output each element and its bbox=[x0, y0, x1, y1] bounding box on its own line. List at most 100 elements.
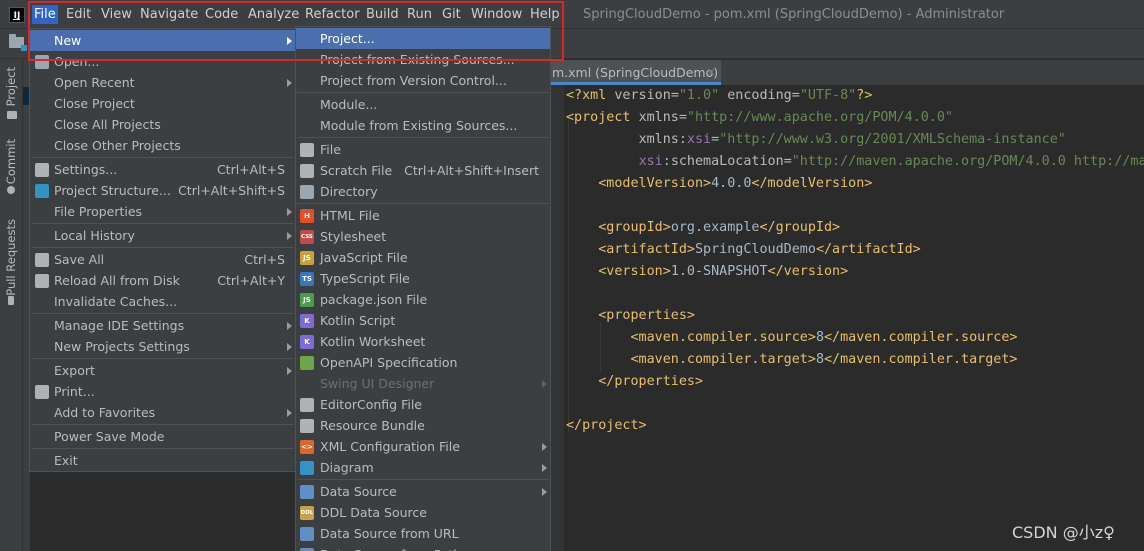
file-menu-item-exit[interactable]: Exit bbox=[30, 450, 295, 471]
openapi-icon bbox=[300, 356, 314, 370]
code-token: <?xml bbox=[566, 88, 615, 103]
menu-item-label: Kotlin Script bbox=[320, 313, 396, 328]
project-folder-icon[interactable] bbox=[9, 34, 27, 51]
project-tool-tab[interactable]: Project bbox=[3, 67, 20, 106]
code-token: <maven.compiler.source> bbox=[630, 330, 816, 345]
new-menu-item-data-source-from-url[interactable]: Data Source from URL bbox=[296, 523, 550, 544]
file-menu: New Open... Open Recent Close Project Close … bbox=[29, 28, 296, 472]
file-menu-item-new-projects-settings[interactable]: New Projects Settings bbox=[30, 336, 295, 357]
submenu-arrow-icon bbox=[287, 343, 292, 351]
highlight-annotation-box bbox=[28, 1, 564, 61]
code-token: </version> bbox=[767, 264, 849, 279]
new-menu-item-project-from-version-control[interactable]: Project from Version Control... bbox=[296, 70, 550, 91]
editor-tab-pom[interactable]: m.xml (SpringCloudDemo) bbox=[551, 60, 721, 85]
editor-tab-label: m.xml (SpringCloudDemo) bbox=[552, 65, 719, 80]
file-menu-item-export[interactable]: Export bbox=[30, 360, 295, 381]
file-menu-item-close-all-projects[interactable]: Close All Projects bbox=[30, 114, 295, 135]
code-token: <project bbox=[566, 110, 639, 125]
code-line: </project> bbox=[566, 415, 647, 437]
code-line: <project xmlns="http://www.apache.org/PO… bbox=[566, 107, 953, 129]
nodejs-icon: JS bbox=[300, 293, 314, 307]
new-menu-item-data-source[interactable]: Data Source bbox=[296, 481, 550, 502]
resource-bundle-icon bbox=[300, 419, 314, 433]
code-token: "http://www.apache.org/POM/4.0.0" bbox=[686, 110, 953, 125]
file-menu-item-project-structure[interactable]: Project Structure... Ctrl+Alt+Shift+S bbox=[30, 180, 295, 201]
code-token: : bbox=[678, 132, 687, 147]
kotlin-worksheet-icon: K bbox=[300, 335, 314, 349]
file-menu-item-manage-ide-settings[interactable]: Manage IDE Settings bbox=[30, 315, 295, 336]
menu-item-label: HTML File bbox=[320, 208, 380, 223]
menu-item-label: File Properties bbox=[54, 204, 143, 219]
submenu-arrow-icon bbox=[542, 464, 547, 472]
new-menu-item-ddl-data-source[interactable]: DDL DDL Data Source bbox=[296, 502, 550, 523]
new-menu-item-html-file[interactable]: H HTML File bbox=[296, 205, 550, 226]
save-icon bbox=[35, 253, 49, 267]
menu-item-label: Swing UI Designer bbox=[320, 376, 435, 391]
new-menu-item-module[interactable]: Module... bbox=[296, 94, 550, 115]
menu-item-label: Close Project bbox=[54, 96, 135, 111]
menu-item-label: Resource Bundle bbox=[320, 418, 425, 433]
code-line: <properties> bbox=[566, 305, 695, 327]
file-menu-item-invalidate-caches[interactable]: Invalidate Caches... bbox=[30, 291, 295, 312]
new-menu-item-kotlin-worksheet[interactable]: K Kotlin Worksheet bbox=[296, 331, 550, 352]
menu-item-label: Kotlin Worksheet bbox=[320, 334, 426, 349]
file-menu-item-power-save-mode[interactable]: Power Save Mode bbox=[30, 426, 295, 447]
menu-item-label: DDL Data Source bbox=[320, 505, 427, 520]
file-menu-item-open-recent[interactable]: Open Recent bbox=[30, 72, 295, 93]
menu-item-label: Directory bbox=[320, 184, 378, 199]
menu-separator bbox=[297, 137, 549, 138]
data-source-url-icon bbox=[300, 527, 314, 541]
close-tab-icon[interactable]: × bbox=[706, 65, 716, 79]
file-menu-item-reload-all-from-disk[interactable]: Reload All from Disk Ctrl+Alt+Y bbox=[30, 270, 295, 291]
code-token: <version> bbox=[598, 264, 671, 279]
new-menu-item-data-source-from-path[interactable]: Data Source from Path bbox=[296, 544, 550, 551]
file-menu-item-close-other-projects[interactable]: Close Other Projects bbox=[30, 135, 295, 156]
code-token: "http://www.w3.org/2001/XMLSchema-instan… bbox=[719, 132, 1066, 147]
new-menu-item-javascript-file[interactable]: JS JavaScript File bbox=[296, 247, 550, 268]
file-menu-item-save-all[interactable]: Save All Ctrl+S bbox=[30, 249, 295, 270]
file-menu-item-settings[interactable]: Settings... Ctrl+Alt+S bbox=[30, 159, 295, 180]
code-line: </properties> bbox=[566, 371, 703, 393]
new-menu-item-package-json-file[interactable]: JS package.json File bbox=[296, 289, 550, 310]
new-menu-item-xml-configuration-file[interactable]: <> XML Configuration File bbox=[296, 436, 550, 457]
new-menu-item-kotlin-script[interactable]: K Kotlin Script bbox=[296, 310, 550, 331]
new-menu-item-directory[interactable]: Directory bbox=[296, 181, 550, 202]
new-menu-item-openapi-specification[interactable]: OpenAPI Specification bbox=[296, 352, 550, 373]
new-menu-item-stylesheet[interactable]: CSS Stylesheet bbox=[296, 226, 550, 247]
code-token: encoding bbox=[727, 88, 792, 103]
new-menu-item-resource-bundle[interactable]: Resource Bundle bbox=[296, 415, 550, 436]
code-token: </artifactId> bbox=[815, 242, 921, 257]
code-token: xmlns bbox=[638, 132, 679, 147]
file-menu-item-close-project[interactable]: Close Project bbox=[30, 93, 295, 114]
ddl-icon: DDL bbox=[300, 506, 314, 520]
new-menu-item-module-from-existing-sources[interactable]: Module from Existing Sources... bbox=[296, 115, 550, 136]
file-menu-item-print[interactable]: Print... bbox=[30, 381, 295, 402]
new-menu-item-scratch-file[interactable]: Scratch File Ctrl+Alt+Shift+Insert bbox=[296, 160, 550, 181]
menu-item-label: JavaScript File bbox=[320, 250, 408, 265]
project-tool-icon bbox=[7, 111, 17, 119]
submenu-arrow-icon bbox=[542, 488, 547, 496]
intellij-logo-icon: IJ bbox=[9, 7, 25, 23]
menu-item-label: Data Source from URL bbox=[320, 526, 459, 541]
new-menu-item-file[interactable]: File bbox=[296, 139, 550, 160]
submenu-arrow-icon bbox=[542, 380, 547, 388]
menu-item-label: Local History bbox=[54, 228, 135, 243]
menu-separator bbox=[31, 448, 294, 449]
code-token: 8 bbox=[815, 330, 824, 345]
menu-item-label: Print... bbox=[54, 384, 95, 399]
file-menu-item-add-to-favorites[interactable]: Add to Favorites bbox=[30, 402, 295, 423]
commit-tool-tab[interactable]: Commit bbox=[3, 139, 20, 184]
code-line: <groupId>org.example</groupId> bbox=[566, 217, 840, 239]
new-menu-item-typescript-file[interactable]: TS TypeScript File bbox=[296, 268, 550, 289]
pull-requests-tool-tab[interactable]: Pull Requests bbox=[3, 219, 20, 296]
menu-item-label: File bbox=[320, 142, 341, 157]
file-menu-item-file-properties[interactable]: File Properties bbox=[30, 201, 295, 222]
menu-item-label: Manage IDE Settings bbox=[54, 318, 185, 333]
code-token: org.example bbox=[670, 220, 760, 235]
new-menu-item-diagram[interactable]: Diagram bbox=[296, 457, 550, 478]
menu-item-label: Project from Version Control... bbox=[320, 73, 507, 88]
file-menu-item-local-history[interactable]: Local History bbox=[30, 225, 295, 246]
commit-tool-icon bbox=[7, 186, 15, 194]
new-menu-item-editorconfig-file[interactable]: EditorConfig File bbox=[296, 394, 550, 415]
